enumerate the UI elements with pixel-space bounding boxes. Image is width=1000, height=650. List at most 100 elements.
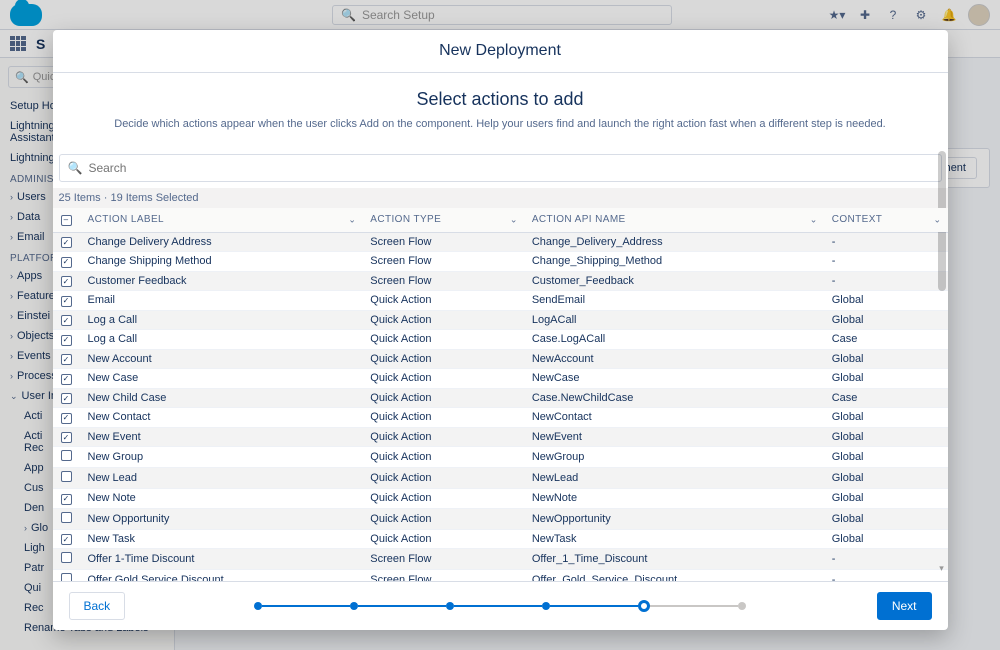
row-checkbox-cell[interactable]: ✓ <box>53 349 80 369</box>
cell-api: NewCase <box>524 369 824 389</box>
search-icon: 🔍 <box>68 161 83 175</box>
action-search-input[interactable] <box>88 161 932 175</box>
table-row[interactable]: New OpportunityQuick ActionNewOpportunit… <box>53 508 948 529</box>
row-checkbox[interactable] <box>61 512 72 523</box>
table-row[interactable]: ✓New EventQuick ActionNewEventGlobal <box>53 427 948 447</box>
table-row[interactable]: ✓Customer FeedbackScreen FlowCustomer_Fe… <box>53 271 948 291</box>
table-row[interactable]: Offer Gold Service DiscountScreen FlowOf… <box>53 570 948 582</box>
back-button[interactable]: Back <box>69 592 126 620</box>
table-row[interactable]: ✓New ContactQuick ActionNewContactGlobal <box>53 408 948 428</box>
next-button[interactable]: Next <box>877 592 932 620</box>
row-checkbox[interactable]: ✓ <box>61 296 72 307</box>
table-row[interactable]: ✓Change Shipping MethodScreen FlowChange… <box>53 252 948 272</box>
row-checkbox[interactable] <box>61 573 72 581</box>
row-checkbox[interactable]: ✓ <box>61 276 72 287</box>
row-checkbox[interactable]: ✓ <box>61 315 72 326</box>
cell-type: Screen Flow <box>362 570 524 582</box>
table-row[interactable]: ✓New TaskQuick ActionNewTaskGlobal <box>53 529 948 549</box>
table-row[interactable]: ✓New NoteQuick ActionNewNoteGlobal <box>53 489 948 509</box>
row-checkbox[interactable]: ✓ <box>61 393 72 404</box>
cell-label: Change Delivery Address <box>80 232 363 252</box>
cell-api: NewOpportunity <box>524 508 824 529</box>
table-row[interactable]: ✓EmailQuick ActionSendEmailGlobal <box>53 291 948 311</box>
row-checkbox[interactable]: ✓ <box>61 534 72 545</box>
row-checkbox-cell[interactable]: ✓ <box>53 330 80 350</box>
action-search[interactable]: 🔍 <box>59 154 942 182</box>
row-checkbox[interactable] <box>61 450 72 461</box>
select-all-header[interactable]: – <box>53 208 80 232</box>
table-row[interactable]: ✓Log a CallQuick ActionLogACallGlobal <box>53 310 948 330</box>
sort-icon: ⌄ <box>934 214 942 225</box>
row-checkbox[interactable] <box>61 552 72 563</box>
table-row[interactable]: ✓New CaseQuick ActionNewCaseGlobal <box>53 369 948 389</box>
row-checkbox[interactable]: ✓ <box>61 237 72 248</box>
cell-type: Quick Action <box>362 330 524 350</box>
col-action-api[interactable]: ACTION API NAME⌄ <box>524 208 824 232</box>
cell-type: Quick Action <box>362 388 524 408</box>
cell-context: Global <box>824 291 948 311</box>
cell-api: NewAccount <box>524 349 824 369</box>
row-checkbox[interactable]: ✓ <box>61 335 72 346</box>
cell-api: Offer_1_Time_Discount <box>524 549 824 570</box>
row-checkbox-cell[interactable] <box>53 468 80 489</box>
row-checkbox-cell[interactable]: ✓ <box>53 408 80 428</box>
row-checkbox-cell[interactable]: ✓ <box>53 271 80 291</box>
row-checkbox-cell[interactable]: ✓ <box>53 291 80 311</box>
row-checkbox-cell[interactable]: ✓ <box>53 232 80 252</box>
cell-api: NewTask <box>524 529 824 549</box>
row-checkbox[interactable] <box>61 471 72 482</box>
table-row[interactable]: ✓New AccountQuick ActionNewAccountGlobal <box>53 349 948 369</box>
row-checkbox-cell[interactable]: ✓ <box>53 369 80 389</box>
cell-api: Customer_Feedback <box>524 271 824 291</box>
row-checkbox[interactable]: ✓ <box>61 354 72 365</box>
col-action-type[interactable]: ACTION TYPE⌄ <box>362 208 524 232</box>
cell-api: NewGroup <box>524 447 824 468</box>
row-checkbox-cell[interactable] <box>53 549 80 570</box>
row-checkbox[interactable]: ✓ <box>61 413 72 424</box>
step-1 <box>254 602 262 610</box>
table-row[interactable]: Offer 1-Time DiscountScreen FlowOffer_1_… <box>53 549 948 570</box>
table-row[interactable]: ✓New Child CaseQuick ActionCase.NewChild… <box>53 388 948 408</box>
table-row[interactable]: ✓Log a CallQuick ActionCase.LogACallCase <box>53 330 948 350</box>
row-checkbox-cell[interactable]: ✓ <box>53 310 80 330</box>
row-checkbox-cell[interactable]: ✓ <box>53 489 80 509</box>
cell-label: New Event <box>80 427 363 447</box>
col-action-label[interactable]: ACTION LABEL⌄ <box>80 208 363 232</box>
row-checkbox[interactable]: ✓ <box>61 432 72 443</box>
cell-type: Screen Flow <box>362 252 524 272</box>
step-line <box>262 605 350 607</box>
row-checkbox-cell[interactable]: ✓ <box>53 252 80 272</box>
row-checkbox-cell[interactable] <box>53 447 80 468</box>
row-checkbox[interactable]: ✓ <box>61 257 72 268</box>
modal-description: Decide which actions appear when the use… <box>69 118 932 130</box>
cell-type: Quick Action <box>362 408 524 428</box>
cell-api: Change_Delivery_Address <box>524 232 824 252</box>
row-checkbox-cell[interactable] <box>53 570 80 582</box>
cell-context: Global <box>824 369 948 389</box>
col-context[interactable]: CONTEXT⌄ <box>824 208 948 232</box>
row-checkbox[interactable]: ✓ <box>61 494 72 505</box>
step-line <box>650 605 738 607</box>
table-row[interactable]: ✓Change Delivery AddressScreen FlowChang… <box>53 232 948 252</box>
row-checkbox-cell[interactable] <box>53 508 80 529</box>
modal-body: ▾ Select actions to add Decide which act… <box>53 73 948 581</box>
close-icon[interactable]: ✕ <box>916 40 936 60</box>
row-checkbox-cell[interactable]: ✓ <box>53 529 80 549</box>
cell-label: New Task <box>80 529 363 549</box>
select-all-checkbox[interactable]: – <box>61 215 72 226</box>
table-row[interactable]: New GroupQuick ActionNewGroupGlobal <box>53 447 948 468</box>
cell-context: - <box>824 271 948 291</box>
row-checkbox-cell[interactable]: ✓ <box>53 388 80 408</box>
cell-context: - <box>824 232 948 252</box>
row-checkbox[interactable]: ✓ <box>61 374 72 385</box>
cell-label: New Contact <box>80 408 363 428</box>
scroll-down-icon[interactable]: ▾ <box>938 563 946 573</box>
cell-label: Offer Gold Service Discount <box>80 570 363 582</box>
row-checkbox-cell[interactable]: ✓ <box>53 427 80 447</box>
cell-label: Log a Call <box>80 330 363 350</box>
cell-type: Quick Action <box>362 310 524 330</box>
modal-overlay: New Deployment ✕ ▾ Select actions to add… <box>0 0 1000 650</box>
table-row[interactable]: New LeadQuick ActionNewLeadGlobal <box>53 468 948 489</box>
cell-type: Quick Action <box>362 508 524 529</box>
cell-type: Quick Action <box>362 489 524 509</box>
